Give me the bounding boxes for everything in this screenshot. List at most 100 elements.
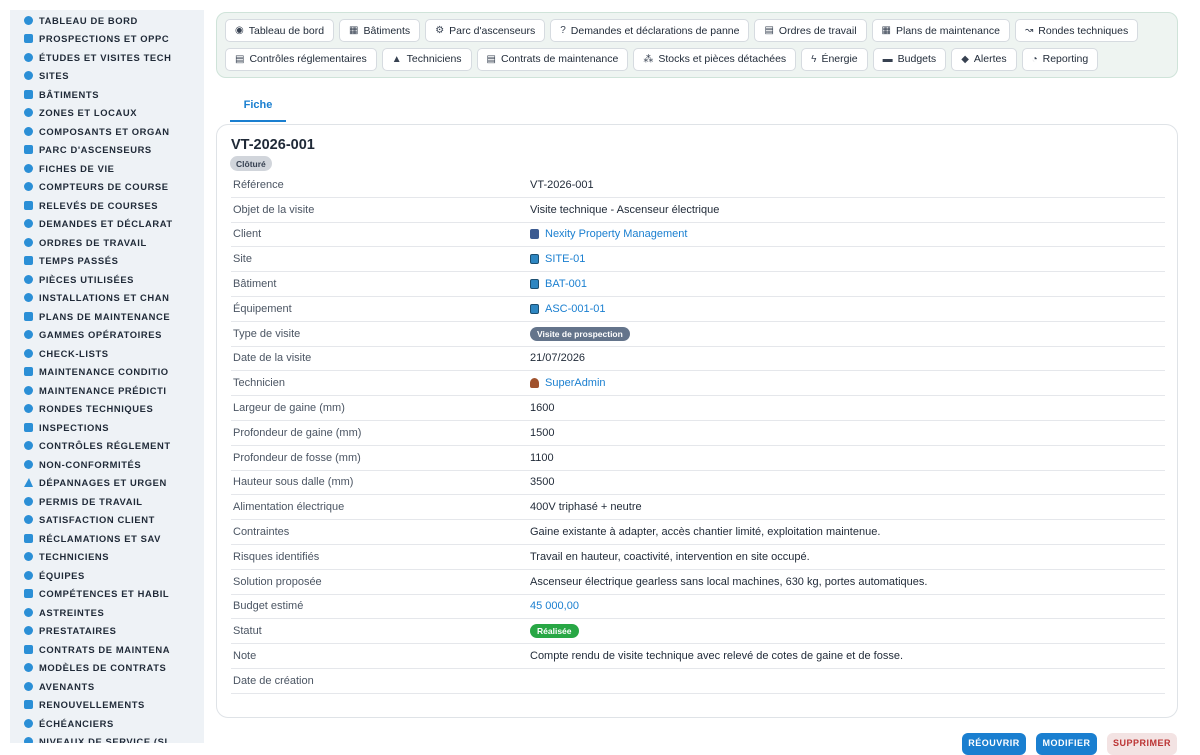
sidebar-item[interactable]: DEMANDES ET DÉCLARAT xyxy=(10,215,204,234)
sidebar-item[interactable]: ZONES ET LOCAUX xyxy=(10,104,204,123)
topnav-button[interactable]: ⚙ Parc d'ascenseurs xyxy=(425,19,546,42)
topnav-label: Stocks et pièces détachées xyxy=(658,53,787,65)
site-icon xyxy=(530,303,539,314)
sidebar-item[interactable]: PERMIS DE TRAVAIL xyxy=(10,492,204,511)
field-value-text[interactable]: SITE-01 xyxy=(545,253,585,265)
field-value-text[interactable]: ASC-001-01 xyxy=(545,303,606,315)
topnav-button[interactable]: ▲ Techniciens xyxy=(381,47,472,71)
sidebar-item-label: TEMPS PASSÉS xyxy=(39,255,119,267)
topnav-button[interactable]: ? Demandes et déclarations de panne xyxy=(550,19,750,42)
topnav-button[interactable]: ▤ Contrats de maintenance xyxy=(476,47,629,71)
sidebar-item[interactable]: PLANS DE MAINTENANCE xyxy=(10,307,204,326)
sidebar-item-label: COMPTEURS DE COURSE xyxy=(39,181,169,193)
chart-icon xyxy=(24,385,33,395)
sidebar-item[interactable]: ÉTUDES ET VISITES TECH xyxy=(10,48,204,67)
field-value-text: 1600 xyxy=(530,402,555,415)
sidebar-item-label: MODÈLES DE CONTRATS xyxy=(39,662,167,674)
sidebar-item[interactable]: NIVEAUX DE SERVICE (SL xyxy=(10,733,204,743)
sidebar-item[interactable]: TABLEAU DE BORD xyxy=(10,11,204,30)
sidebar-item[interactable]: SATISFACTION CLIENT xyxy=(10,511,204,530)
sidebar-item-label: RÉCLAMATIONS ET SAV xyxy=(39,532,161,544)
sidebar-item[interactable]: INSTALLATIONS ET CHAN xyxy=(10,289,204,308)
field-value-text[interactable]: SuperAdmin xyxy=(545,377,606,389)
sidebar-item[interactable]: ORDRES DE TRAVAIL xyxy=(10,233,204,252)
field-value[interactable]: ASC-001-01 xyxy=(530,303,606,315)
building-icon xyxy=(24,89,33,99)
sidebar-item[interactable]: COMPOSANTS ET ORGAN xyxy=(10,122,204,141)
edit-button[interactable]: MODIFIER xyxy=(1036,733,1097,755)
sidebar-item[interactable]: RELEVÉS DE COURSES xyxy=(10,196,204,215)
field-value[interactable]: SuperAdmin xyxy=(530,377,606,389)
sidebar-item[interactable]: COMPÉTENCES ET HABIL xyxy=(10,585,204,604)
building-icon: ▦ xyxy=(349,25,359,36)
sidebar-item[interactable]: NON-CONFORMITÉS xyxy=(10,455,204,474)
parts-icon xyxy=(24,274,33,284)
sidebar-item-label: MAINTENANCE PRÉDICTI xyxy=(39,384,167,396)
delete-button[interactable]: SUPPRIMER xyxy=(1107,733,1177,755)
sidebar-item[interactable]: PARC D'ASCENSEURS xyxy=(10,141,204,160)
field-value: Travail en hauteur, coactivité, interven… xyxy=(530,551,810,563)
tab-fiche[interactable]: Fiche xyxy=(230,90,286,122)
sidebar-item[interactable]: AVENANTS xyxy=(10,677,204,696)
sidebar-item[interactable]: COMPTEURS DE COURSE xyxy=(10,178,204,197)
field-value[interactable]: SITE-01 xyxy=(530,253,585,265)
topnav-button[interactable]: ◉ Tableau de bord xyxy=(225,19,335,42)
sidebar-item[interactable]: ÉQUIPES xyxy=(10,566,204,585)
sidebar-item-label: ASTREINTES xyxy=(39,606,105,618)
ruler-icon xyxy=(24,52,33,62)
sidebar-item[interactable]: ASTREINTES xyxy=(10,603,204,622)
topnav-button[interactable]: ↝ Rondes techniques xyxy=(1014,19,1139,42)
sidebar-item[interactable]: CONTRATS DE MAINTENA xyxy=(10,640,204,659)
sidebar-item[interactable]: PROSPECTIONS ET OPPC xyxy=(10,30,204,49)
comment-icon xyxy=(24,533,33,543)
field-row: Bâtiment BAT-001 xyxy=(231,272,1165,297)
field-row: Type de visite Visite de prospection xyxy=(231,322,1165,347)
field-value-text[interactable]: Nexity Property Management xyxy=(545,228,687,240)
sitemap-icon xyxy=(24,126,33,136)
field-value[interactable]: BAT-001 xyxy=(530,278,587,290)
sidebar-item[interactable]: RONDES TECHNIQUES xyxy=(10,400,204,419)
sidebar-item-label: CHECK-LISTS xyxy=(39,347,109,359)
sidebar-item[interactable]: GAMMES OPÉRATOIRES xyxy=(10,326,204,345)
sidebar-item[interactable]: TECHNICIENS xyxy=(10,548,204,567)
field-row: Alimentation électrique 400V triphasé + n… xyxy=(231,495,1165,521)
sidebar-item[interactable]: DÉPANNAGES ET URGEN xyxy=(10,474,204,493)
field-label: Technicien xyxy=(233,377,285,390)
field-value-text[interactable]: BAT-001 xyxy=(545,278,587,290)
sidebar-item[interactable]: SITES xyxy=(10,67,204,86)
sidebar-item[interactable]: MAINTENANCE CONDITIO xyxy=(10,363,204,382)
sidebar-item[interactable]: FICHES DE VIE xyxy=(10,159,204,178)
sidebar-item[interactable]: RENOUVELLEMENTS xyxy=(10,696,204,715)
sidebar-item[interactable]: MAINTENANCE PRÉDICTI xyxy=(10,381,204,400)
topnav-button[interactable]: ϟ Énergie xyxy=(801,47,868,71)
sidebar-item[interactable]: ÉCHÉANCIERS xyxy=(10,714,204,733)
topnav-button[interactable]: ◆ Alertes xyxy=(951,47,1017,71)
route-icon: ↝ xyxy=(1024,25,1034,36)
contract-icon xyxy=(24,644,33,654)
topnav-button[interactable]: ⁂ Stocks et pièces détachées xyxy=(633,47,797,71)
topnav-button[interactable]: ▤ Ordres de travail xyxy=(754,19,867,42)
sidebar-item[interactable]: CONTRÔLES RÉGLEMENT xyxy=(10,437,204,456)
topnav-button[interactable]: ▬ Budgets xyxy=(872,47,947,71)
sidebar-item[interactable]: TEMPS PASSÉS xyxy=(10,252,204,271)
sidebar-item[interactable]: MODÈLES DE CONTRATS xyxy=(10,659,204,678)
field-row: Budget estimé 45 000,00 xyxy=(231,595,1165,620)
sidebar-item[interactable]: CHECK-LISTS xyxy=(10,344,204,363)
topnav-label: Demandes et déclarations de panne xyxy=(570,24,740,37)
search-icon xyxy=(24,422,33,432)
topnav-button[interactable]: ◔ Reporting xyxy=(1021,47,1099,71)
field-value: 1100 xyxy=(530,452,554,464)
sidebar-item[interactable]: RÉCLAMATIONS ET SAV xyxy=(10,529,204,548)
topnav-button[interactable]: ▦ Plans de maintenance xyxy=(871,19,1010,42)
sidebar-item-label: MAINTENANCE CONDITIO xyxy=(39,366,169,378)
field-value[interactable]: Nexity Property Management xyxy=(530,228,687,240)
sidebar-item[interactable]: PRESTATAIRES xyxy=(10,622,204,641)
sidebar-item[interactable]: INSPECTIONS xyxy=(10,418,204,437)
sidebar-item[interactable]: PIÈCES UTILISÉES xyxy=(10,270,204,289)
sidebar-item[interactable]: BÂTIMENTS xyxy=(10,85,204,104)
topnav-button[interactable]: ▦ Bâtiments xyxy=(339,19,421,42)
field-label: Objet de la visite xyxy=(233,203,315,216)
sidebar-item-label: TECHNICIENS xyxy=(39,551,110,563)
reopen-button[interactable]: RÉOUVRIR xyxy=(962,733,1026,755)
topnav-button[interactable]: ▤ Contrôles réglementaires xyxy=(225,47,377,71)
